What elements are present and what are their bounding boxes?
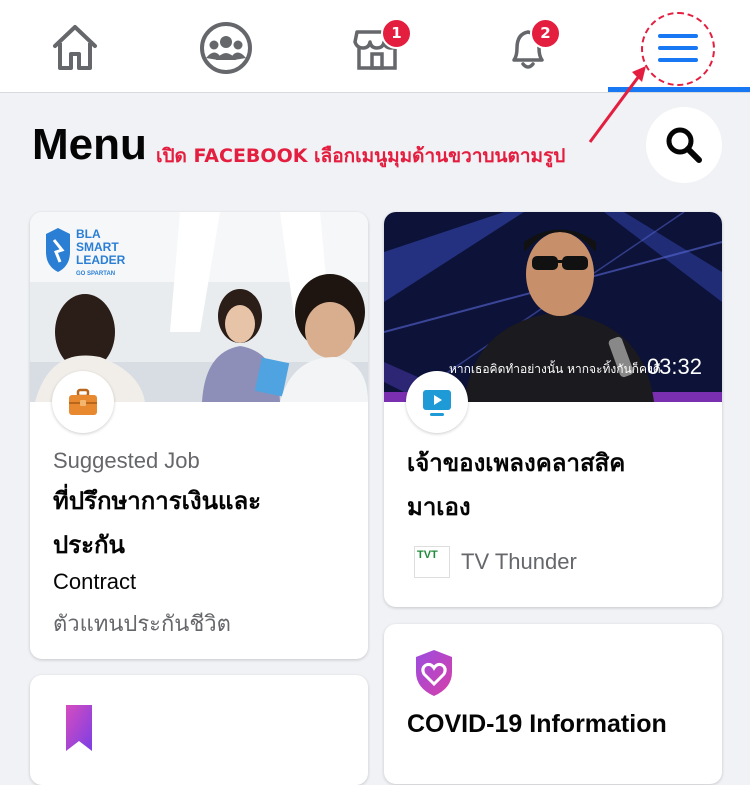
video-play-icon	[423, 390, 451, 416]
video-title-line-1[interactable]: เจ้าของเพลงคลาสสิค	[407, 442, 625, 484]
instruction-annotation: เปิด FACEBOOK เลือกเมนูมุมด้านขวาบนตามรู…	[156, 145, 566, 167]
home-icon	[53, 25, 97, 70]
suggested-job-card[interactable]: BLA SMART LEADER GO SPARTAN Suggested Jo…	[30, 212, 368, 659]
notifications-badge: 2	[530, 18, 561, 49]
job-title-line-1[interactable]: ที่ปรึกษาการเงินและ	[53, 480, 261, 522]
nav-groups[interactable]	[196, 18, 256, 78]
page-title: Menu	[32, 120, 147, 169]
video-duration: 03:32	[646, 354, 702, 379]
nav-notifications[interactable]: 2	[498, 18, 561, 78]
job-category-label: Suggested Job	[53, 448, 200, 473]
marketplace-badge: 1	[381, 18, 412, 49]
search-button[interactable]	[646, 107, 722, 183]
covid-info-card[interactable]: COVID-19 Information	[384, 624, 722, 784]
job-title-line-2[interactable]: ประกัน	[53, 524, 125, 566]
nav-home[interactable]	[45, 18, 105, 78]
covid-title[interactable]: COVID-19 Information	[407, 710, 667, 739]
job-subtitle: ตัวแทนประกันชีวิต	[53, 611, 231, 636]
channel-name[interactable]: TV Thunder	[461, 549, 577, 575]
logo-line-3: LEADER	[76, 253, 126, 267]
video-card[interactable]: หากเธอคิดทำอย่างนั้น หากจะทิ้งกันก็คงดี …	[384, 212, 722, 607]
briefcase-icon	[69, 388, 97, 415]
job-icon-circle	[52, 371, 114, 433]
video-caption: หากเธอคิดทำอย่างนั้น หากจะทิ้งกันก็คงดี	[449, 362, 661, 376]
covid-shield-heart-icon	[416, 650, 452, 696]
groups-icon	[200, 22, 252, 74]
channel-logo: TVT	[414, 546, 450, 578]
logo-line-4: GO SPARTAN	[76, 271, 116, 277]
shield-logo-icon	[46, 228, 70, 272]
saved-card[interactable]	[30, 675, 368, 785]
job-type-label: Contract	[53, 569, 137, 594]
bla-smart-leader-logo: BLA SMART LEADER GO SPARTAN	[44, 226, 144, 286]
channel-logo-text: TVT	[417, 549, 438, 561]
video-icon-circle	[406, 371, 468, 433]
video-title-line-2[interactable]: มาเอง	[407, 486, 471, 528]
nav-marketplace[interactable]: 1	[347, 18, 412, 78]
bookmark-icon	[66, 705, 92, 751]
search-icon	[666, 127, 702, 163]
